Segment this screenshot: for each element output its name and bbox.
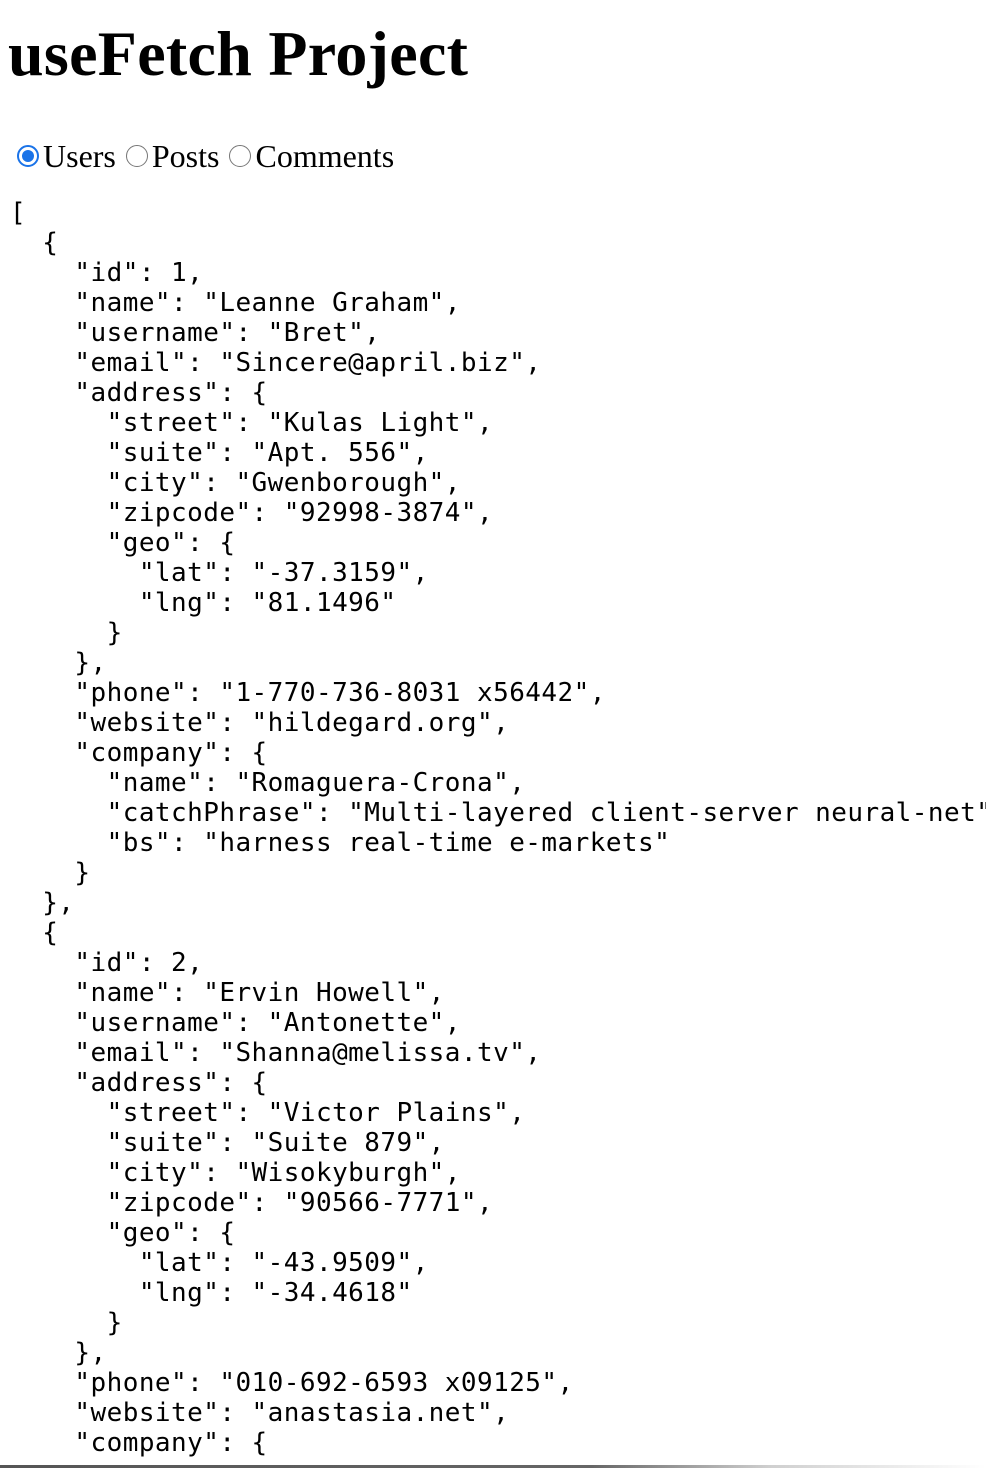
json-line: } xyxy=(10,618,123,648)
page-title: useFetch Project xyxy=(8,18,469,89)
json-line: "phone": "1-770-736-8031 x56442", xyxy=(10,678,606,708)
json-line: "lat": "-37.3159", xyxy=(10,558,429,588)
json-line: "bs": "harness real-time e-markets" xyxy=(10,828,671,858)
radio-option-comments[interactable]: Comments xyxy=(229,138,404,175)
json-line: "phone": "010-692-6593 x09125", xyxy=(10,1368,574,1398)
json-line: } xyxy=(10,858,91,888)
json-line: "lng": "-34.4618" xyxy=(10,1278,413,1308)
json-line: "company": { xyxy=(10,1428,268,1458)
json-line: "name": "Romaguera-Crona", xyxy=(10,768,526,798)
json-line: }, xyxy=(10,1338,107,1368)
json-line: "catchPhrase": "Multi-layered client-ser… xyxy=(10,798,986,828)
json-output: [ { "id": 1, "name": "Leanne Graham", "u… xyxy=(10,198,986,1458)
json-line: "zipcode": "90566-7771", xyxy=(10,1188,494,1218)
radio-label-comments: Comments xyxy=(255,137,395,174)
json-line: "username": "Bret", xyxy=(10,318,381,348)
json-line: "email": "Sincere@april.biz", xyxy=(10,348,542,378)
json-line: "lat": "-43.9509", xyxy=(10,1248,429,1278)
json-line: "company": { xyxy=(10,738,268,768)
json-line: "email": "Shanna@melissa.tv", xyxy=(10,1038,542,1068)
json-line: "website": "hildegard.org", xyxy=(10,708,510,738)
json-line: "street": "Victor Plains", xyxy=(10,1098,526,1128)
json-line: { xyxy=(10,228,59,258)
json-line: "address": { xyxy=(10,1068,268,1098)
json-line: { xyxy=(10,918,59,948)
json-line: "suite": "Suite 879", xyxy=(10,1128,445,1158)
json-line: "suite": "Apt. 556", xyxy=(10,438,429,468)
json-line: "username": "Antonette", xyxy=(10,1008,461,1038)
json-line: "website": "anastasia.net", xyxy=(10,1398,510,1428)
resource-radio-group: Users Posts Comments xyxy=(17,136,404,176)
json-line: "name": "Ervin Howell", xyxy=(10,978,445,1008)
radio-comments[interactable] xyxy=(229,145,252,167)
radio-posts[interactable] xyxy=(125,145,148,167)
json-line: "city": "Gwenborough", xyxy=(10,468,461,498)
json-line: "id": 2, xyxy=(10,948,204,978)
radio-label-users: Users xyxy=(43,137,116,174)
radio-users[interactable] xyxy=(17,145,39,167)
json-line: "zipcode": "92998-3874", xyxy=(10,498,494,528)
json-line: "name": "Leanne Graham", xyxy=(10,288,461,318)
radio-option-users[interactable]: Users xyxy=(17,138,126,175)
json-line: }, xyxy=(10,648,107,678)
json-line: [ xyxy=(10,198,27,228)
radio-label-posts: Posts xyxy=(151,137,220,174)
json-line: } xyxy=(10,1308,123,1338)
json-line: "city": "Wisokyburgh", xyxy=(10,1158,461,1188)
json-line: "id": 1, xyxy=(10,258,204,288)
json-line: "lng": "81.1496" xyxy=(10,588,397,618)
json-line: "geo": { xyxy=(10,1218,236,1248)
json-line: "street": "Kulas Light", xyxy=(10,408,494,438)
json-line: "geo": { xyxy=(10,528,236,558)
json-line: "address": { xyxy=(10,378,268,408)
json-line: }, xyxy=(10,888,75,918)
radio-option-posts[interactable]: Posts xyxy=(125,137,230,175)
